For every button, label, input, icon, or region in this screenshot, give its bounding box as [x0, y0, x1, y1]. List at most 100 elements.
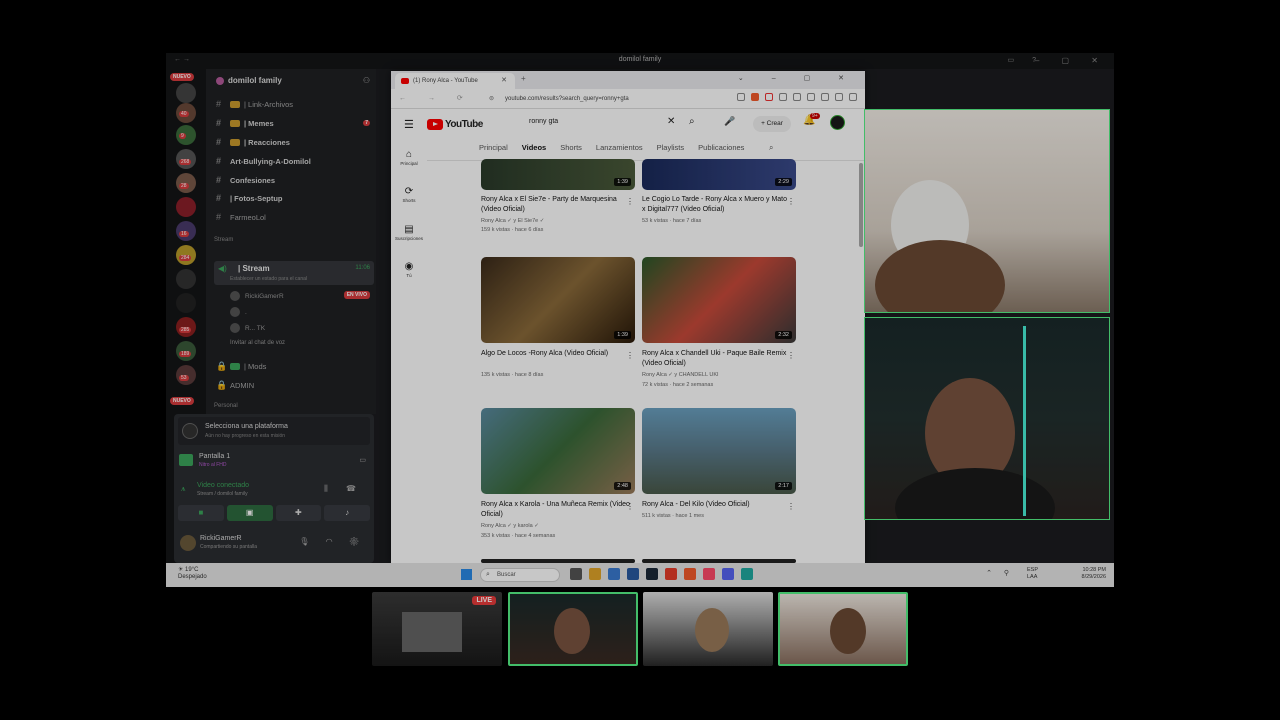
search-input[interactable]: ronny gta [529, 118, 558, 125]
video-thumbnail[interactable]: 2:32 [642, 257, 796, 343]
server-icon[interactable] [176, 269, 196, 289]
window-controls[interactable]: – ▢ ✕ [1035, 56, 1108, 65]
channel-mods[interactable]: 🔒 | Mods [216, 358, 374, 374]
brave-shield-icon[interactable] [751, 93, 759, 101]
system-tray-icons[interactable]: ⌃ ⚲ [986, 569, 1014, 577]
video-channel[interactable]: Rony Alca ✓ y karola ✓ [481, 522, 539, 531]
more-options-icon[interactable]: ⋮ [626, 351, 634, 360]
nav-you[interactable]: ◉ Tú [393, 261, 425, 278]
tab-playlists[interactable]: Playlists [657, 143, 685, 157]
scrollbar[interactable] [859, 163, 863, 247]
stream-tile-camera-1[interactable] [864, 109, 1110, 313]
voice-user[interactable]: R... TK [230, 323, 265, 333]
hamburger-menu-icon[interactable]: ☰ [404, 118, 414, 131]
tab-shorts[interactable]: Shorts [560, 143, 582, 157]
app-icon[interactable] [608, 568, 620, 580]
extension-icon[interactable] [821, 93, 829, 101]
category-personal[interactable]: Personal [214, 403, 238, 409]
more-options-icon[interactable]: ⋮ [787, 502, 795, 511]
channel-search-icon[interactable]: ⌕ [769, 143, 773, 153]
video-channel[interactable]: Rony Alca ✓ y El Sie7e ✓ [481, 217, 544, 226]
nav-shorts[interactable]: ⟳ Shorts [393, 186, 425, 203]
soundboard-button[interactable]: ♪ [324, 505, 370, 521]
window-controls[interactable]: ⌄ – ▢ ✕ [738, 74, 857, 82]
app-icon[interactable] [570, 568, 582, 580]
video-title[interactable]: Rony Alca - Del Kilo (Video Oficial) [642, 500, 792, 510]
stream-tile-camera-2[interactable] [864, 317, 1110, 520]
channel-confesiones[interactable]: # Confesiones [216, 172, 374, 188]
browser-tab[interactable]: (1) Rony Alca - YouTube ✕ [395, 73, 515, 89]
video-thumbnail[interactable]: 2:48 [481, 408, 635, 494]
video-title[interactable]: Rony Alca x Karola - Una Muñeca Remix (V… [481, 500, 631, 520]
file-explorer-icon[interactable] [589, 568, 601, 580]
steam-icon[interactable] [646, 568, 658, 580]
extension-icon[interactable] [779, 93, 787, 101]
more-options-icon[interactable]: ⋮ [787, 197, 795, 206]
server-icon[interactable] [176, 83, 196, 103]
weather-widget[interactable]: ☀ 19°C Despejado [178, 567, 207, 581]
menu-icon[interactable] [849, 93, 857, 101]
extension-icon[interactable] [835, 93, 843, 101]
activities-button[interactable]: ✚ [275, 505, 322, 521]
server-icon[interactable] [176, 197, 196, 217]
voice-user[interactable]: . [230, 307, 247, 317]
stream-thumbnail-screen[interactable]: LIVE [372, 592, 502, 666]
clock[interactable]: 10:28 PM 8/29/2026 [1082, 567, 1106, 581]
app-icon[interactable] [627, 568, 639, 580]
tab-principal[interactable]: Principal [479, 143, 508, 157]
avatar[interactable] [180, 535, 196, 551]
server-icon[interactable] [176, 293, 196, 313]
platform-quest[interactable]: Selecciona una plataforma Aún no hay pro… [178, 417, 370, 445]
guild-name[interactable]: domilol family [228, 76, 282, 85]
tab-lanzamientos[interactable]: Lanzamientos [596, 143, 643, 157]
url-field[interactable]: ⊜ youtube.com/results?search_query=ronny… [487, 93, 687, 105]
brave-icon[interactable] [684, 568, 696, 580]
back-forward-reload-icons[interactable]: ← → ⟳ [399, 94, 473, 102]
language-indicator[interactable]: ESP LAA [1027, 567, 1038, 581]
stream-thumbnail-camera-3[interactable] [643, 592, 773, 666]
avatar[interactable] [830, 115, 845, 130]
channel-fotos-septup[interactable]: # | Fotos-Septup [216, 190, 374, 206]
brave-rewards-icon[interactable] [765, 93, 773, 101]
video-thumbnail[interactable]: 1:39 [481, 159, 635, 190]
nav-subscriptions[interactable]: ▤ Suscripciones [393, 224, 425, 241]
screen-share-info[interactable]: Pantalla 1 Nitro al FHD ▭ [178, 451, 370, 471]
video-channel[interactable]: Rony Alca ✓ y CHANDELL UKI [642, 371, 719, 380]
microphone-icon[interactable]: 🎤 [724, 116, 735, 127]
channel-art-bullying[interactable]: # Art-Bullying-A-Domilol [216, 153, 374, 169]
tab-videos[interactable]: Videos [522, 143, 546, 157]
channel-memes[interactable]: # | Memes 7 [216, 115, 374, 131]
video-title[interactable]: Algo De Locos -Rony Alca (Video Oficial) [481, 349, 631, 359]
windows-start-icon[interactable] [461, 569, 472, 580]
video-title[interactable]: Rony Alca x Chandell Uki - Paque Baile R… [642, 349, 792, 369]
disconnect-icon[interactable]: ⫼ ☎ [324, 484, 364, 494]
edge-icon[interactable] [741, 568, 753, 580]
more-options-icon[interactable]: ⋮ [626, 502, 634, 511]
video-title[interactable]: Rony Alca x El Sie7e - Party de Marquesi… [481, 195, 631, 215]
channel-admin[interactable]: 🔒 ADMIN [216, 377, 374, 393]
stream-thumbnail-camera-2[interactable] [508, 592, 638, 666]
video-title[interactable]: Le Cogio Lo Tarde - Rony Alca x Muero y … [642, 195, 792, 215]
invite-voice-link[interactable]: Invitar al chat de voz [230, 340, 285, 346]
sidebar-icon[interactable] [793, 93, 801, 101]
create-button[interactable]: + Crear [753, 116, 791, 132]
video-thumbnail[interactable]: 1:39 [481, 257, 635, 343]
video-thumbnail[interactable]: 2:17 [642, 408, 796, 494]
wallet-icon[interactable] [807, 93, 815, 101]
youtube-logo[interactable]: YouTube [427, 118, 483, 130]
stream-thumbnail-camera-1[interactable] [778, 592, 908, 666]
channel-farmeolol[interactable]: # FarmeoLol [216, 209, 374, 225]
tab-publicaciones[interactable]: Publicaciones [698, 143, 744, 157]
search-icon[interactable]: ⌕ [689, 116, 695, 127]
voice-channel-stream[interactable]: ◀) | Stream 11:06 Establecer un estado p… [214, 261, 374, 285]
mic-headset-settings-icons[interactable]: 🎙 ◠ ⚙ [299, 537, 366, 546]
nav-home[interactable]: ⌂ Principal [393, 149, 425, 166]
clear-search-icon[interactable]: ✕ [667, 116, 675, 127]
add-user-icon[interactable]: ⚇ [363, 76, 370, 85]
app-icon[interactable] [665, 568, 677, 580]
share-screen-button[interactable]: ▣ [226, 505, 273, 521]
extension-icon[interactable] [737, 93, 745, 101]
more-options-icon[interactable]: ⋮ [626, 197, 634, 206]
camera-button[interactable]: ■ [178, 505, 224, 521]
category-stream[interactable]: Stream [214, 237, 233, 243]
